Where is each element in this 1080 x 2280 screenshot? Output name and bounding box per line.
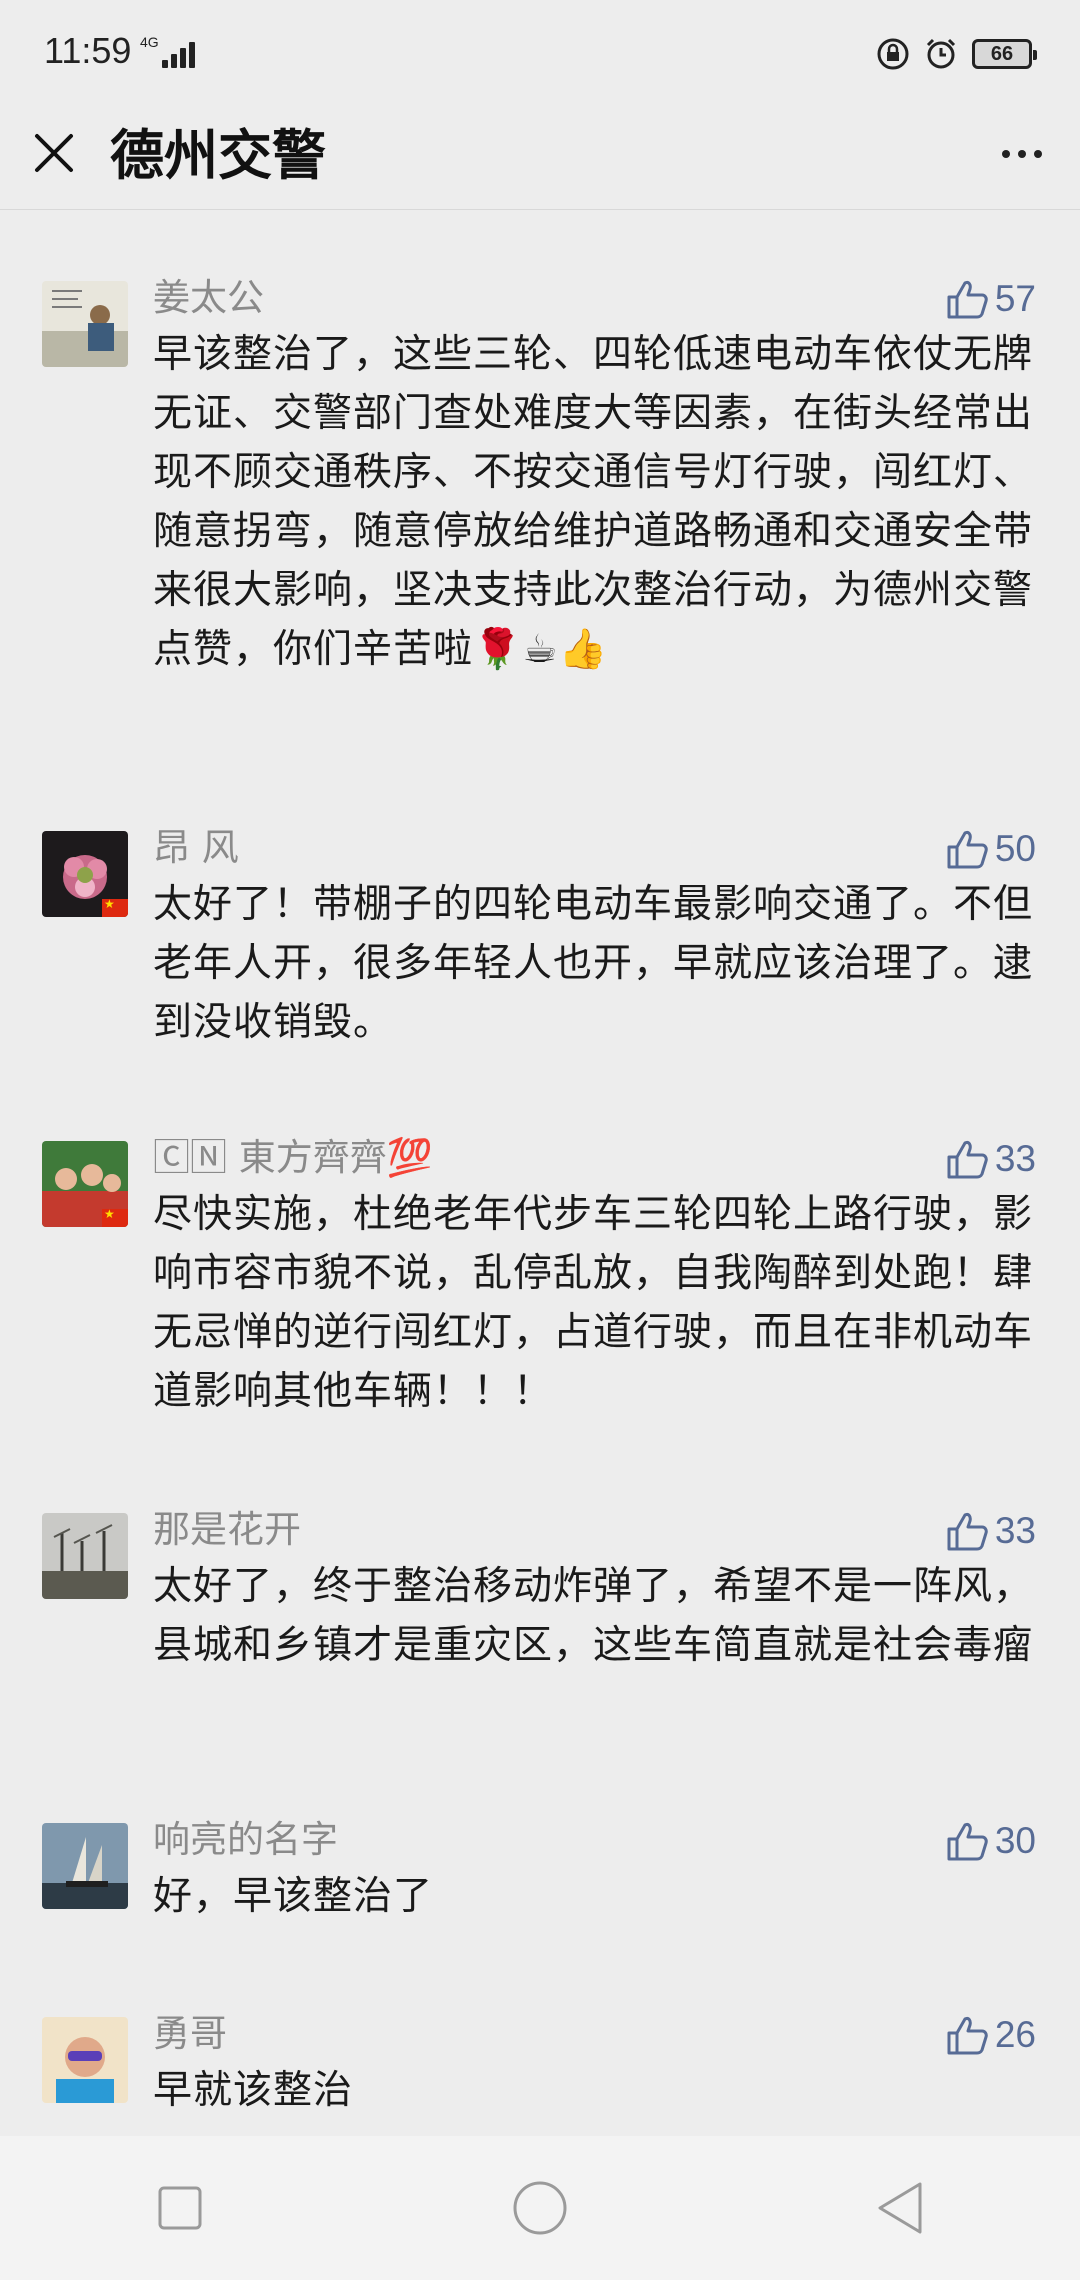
- comment-text: 早该整治了，这些三轮、四轮低速电动车依仗无牌无证、交警部门查处难度大等因素，在街…: [153, 332, 1034, 672]
- status-bar: 11:59 4G 66: [0, 0, 1080, 110]
- battery-level: 66: [990, 42, 1014, 65]
- home-button[interactable]: [490, 2158, 590, 2258]
- thumbs-up-icon: [947, 1823, 988, 1861]
- comment-author[interactable]: 姜太公: [153, 273, 264, 323]
- comment-list[interactable]: 姜太公 57 早该整治了，这些三轮、四轮低速电动车依仗无牌无证、交警部门查处难度…: [0, 211, 1080, 2136]
- triangle-back-icon: [878, 2182, 922, 2234]
- thumbs-up-icon: [947, 1141, 988, 1179]
- more-icon-dot: [1018, 150, 1026, 158]
- network-type: 4G: [140, 34, 159, 50]
- comment-text: 太好了！带棚子的四轮电动车最影响交通了。不但老年人开，很多年轻人也开，早就应该治…: [153, 882, 1034, 1045]
- china-flag-icon: [102, 897, 128, 917]
- alarm-icon: [926, 38, 956, 69]
- app-header: 德州交警: [0, 110, 1080, 210]
- thumbs-up-icon: [947, 1513, 988, 1551]
- avatar-image: [42, 281, 128, 367]
- signal-icon: [162, 40, 196, 68]
- circle-icon: [513, 2181, 567, 2235]
- avatar[interactable]: [42, 1513, 128, 1599]
- china-flag-icon: [102, 1207, 128, 1227]
- avatar-image: [42, 1823, 128, 1909]
- like-button[interactable]: 33: [945, 1137, 1036, 1181]
- lock-rotation-icon: [877, 38, 909, 70]
- like-count: 33: [994, 1510, 1036, 1551]
- thumbs-up-icon: [947, 2017, 988, 2055]
- like-count: 26: [994, 2014, 1036, 2055]
- like-button[interactable]: 26: [945, 2013, 1036, 2057]
- square-icon: [158, 2186, 202, 2230]
- like-count: 33: [994, 1138, 1036, 1179]
- avatar[interactable]: [42, 2017, 128, 2103]
- page-title: 德州交警: [110, 124, 326, 187]
- comment-author[interactable]: 响亮的名字: [153, 1815, 338, 1865]
- status-time: 11:59: [44, 30, 132, 71]
- comment-author[interactable]: 勇哥: [153, 2009, 227, 2059]
- comment-author[interactable]: 昂 风: [153, 823, 239, 873]
- avatar[interactable]: [42, 831, 128, 917]
- system-nav-bar: [0, 2136, 1080, 2280]
- back-button[interactable]: [850, 2158, 950, 2258]
- avatar[interactable]: [42, 281, 128, 367]
- avatar-image: [42, 1513, 128, 1599]
- avatar[interactable]: [42, 1141, 128, 1227]
- like-count: 57: [994, 278, 1036, 319]
- avatar[interactable]: [42, 1823, 128, 1909]
- more-icon-dot: [1002, 150, 1010, 158]
- status-icons: 66: [876, 34, 1037, 74]
- like-button[interactable]: 57: [945, 277, 1036, 321]
- close-button[interactable]: [26, 125, 82, 181]
- like-button[interactable]: 50: [945, 827, 1036, 871]
- comment-text: 早就该整治: [153, 2068, 354, 2113]
- comment-author[interactable]: 🄲🄽 東方齊齊💯: [153, 1133, 433, 1183]
- like-button[interactable]: 33: [945, 1509, 1036, 1553]
- like-count: 50: [994, 828, 1036, 869]
- comment-text: 好，早该整治了: [153, 1874, 434, 1919]
- battery-icon: 66: [972, 39, 1037, 69]
- comment-author[interactable]: 那是花开: [153, 1505, 301, 1555]
- close-icon: [35, 134, 73, 172]
- like-button[interactable]: 30: [945, 1819, 1036, 1863]
- thumbs-up-icon: [947, 281, 988, 319]
- comment-text: 太好了，终于整治移动炸弹了，希望不是一阵风，县城和乡镇才是重灾区，这些车简直就是…: [153, 1564, 1034, 1668]
- more-button[interactable]: [992, 132, 1052, 176]
- avatar-image: [42, 2017, 128, 2103]
- thumbs-up-icon: [947, 831, 988, 869]
- comment-text: 尽快实施，杜绝老年代步车三轮四轮上路行驶，影响市容市貌不说，乱停乱放，自我陶醉到…: [153, 1192, 1034, 1414]
- like-count: 30: [994, 1820, 1036, 1861]
- recents-button[interactable]: [130, 2158, 230, 2258]
- more-icon-dot: [1034, 150, 1042, 158]
